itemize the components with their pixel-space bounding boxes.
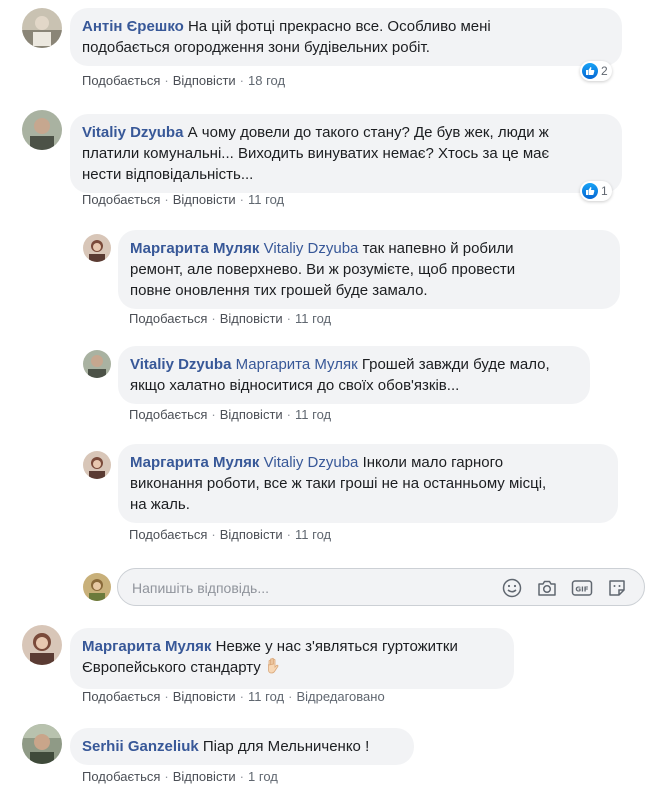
avatar[interactable] xyxy=(22,625,62,665)
reply-bubble: Маргарита Муляк Vitaliy Dzyuba Інколи ма… xyxy=(118,444,618,523)
camera-icon[interactable] xyxy=(536,577,558,599)
comment-author[interactable]: Маргарита Муляк xyxy=(82,638,211,655)
reply-input[interactable] xyxy=(132,578,472,598)
mention-link[interactable]: Vitaliy Dzyuba xyxy=(264,240,359,257)
comment-actions: Подобається · Відповісти · 18 год xyxy=(82,73,286,88)
avatar[interactable] xyxy=(22,110,62,150)
reply-link[interactable]: Відповісти xyxy=(173,689,236,704)
reaction-count[interactable]: 2 xyxy=(580,61,612,81)
like-link[interactable]: Подобається xyxy=(129,407,207,422)
reply-link[interactable]: Відповісти xyxy=(173,769,236,784)
comment-text: На цій фотці прекрасно все. Особливо мен… xyxy=(187,18,491,35)
reaction-number: 1 xyxy=(601,184,608,198)
gif-icon[interactable]: GIF xyxy=(571,577,593,599)
timestamp[interactable]: 1 год xyxy=(248,769,278,784)
comment-text: платили комунальні... Виходить винуватих… xyxy=(82,145,550,162)
emoji-icon[interactable] xyxy=(501,577,523,599)
reply-bubble: Маргарита Муляк Vitaliy Dzyuba так напев… xyxy=(118,230,620,309)
like-badge-icon xyxy=(582,183,598,199)
reply-actions: Подобається · Відповісти · 11 год xyxy=(129,407,332,422)
comment-actions: Подобається · Відповісти · 11 год xyxy=(82,192,285,207)
like-link[interactable]: Подобається xyxy=(82,689,160,704)
comment-text: подобається огородження зони будівельних… xyxy=(82,39,430,56)
reply-author[interactable]: Vitaliy Dzyuba xyxy=(130,356,231,373)
reply-text: виконання роботи, все ж таки гроші не на… xyxy=(130,475,547,492)
reply-text: повне оновлення тих грошей буде замало. xyxy=(130,282,428,299)
current-user-avatar xyxy=(83,573,111,601)
reply-composer[interactable]: GIF xyxy=(117,568,645,606)
reply-link[interactable]: Відповісти xyxy=(220,311,283,326)
avatar[interactable] xyxy=(22,8,62,48)
reply-link[interactable]: Відповісти xyxy=(173,73,236,88)
comment-text: нести відповідальність... xyxy=(82,166,254,183)
reply-author[interactable]: Маргарита Муляк xyxy=(130,240,259,257)
comment-text: Невже у нас з'являться гуртожитки xyxy=(215,638,458,655)
mention-link[interactable]: Vitaliy Dzyuba xyxy=(264,454,359,471)
reply-bubble: Vitaliy Dzyuba Маргарита Муляк Грошей за… xyxy=(118,346,590,404)
comment-text: А чому довели до такого стану? Де був же… xyxy=(187,124,549,141)
comment-bubble: Антін Єрешко На цій фотці прекрасно все.… xyxy=(70,8,622,66)
timestamp[interactable]: 11 год xyxy=(295,407,331,422)
reply-text: якщо халатно відноситися до своїх обов'я… xyxy=(130,377,460,394)
like-link[interactable]: Подобається xyxy=(129,527,207,542)
comment-bubble: Vitaliy Dzyuba А чому довели до такого с… xyxy=(70,114,622,193)
timestamp[interactable]: 11 год xyxy=(248,689,284,704)
timestamp[interactable]: 11 год xyxy=(295,311,331,326)
reply-text: ремонт, але поверхнево. Ви ж розумієте, … xyxy=(130,261,516,278)
reply-text: на жаль. xyxy=(130,496,190,513)
avatar[interactable] xyxy=(83,234,111,262)
reply-link[interactable]: Відповісти xyxy=(220,407,283,422)
comment-bubble: Маргарита Муляк Невже у нас з'являться г… xyxy=(70,628,514,689)
comment-author[interactable]: Serhii Ganzeliuk xyxy=(82,738,199,755)
reply-actions: Подобається · Відповісти · 11 год xyxy=(129,527,332,542)
comment-author[interactable]: Vitaliy Dzyuba xyxy=(82,124,183,141)
mention-link[interactable]: Маргарита Муляк xyxy=(236,356,358,373)
avatar[interactable] xyxy=(22,724,62,764)
timestamp[interactable]: 18 год xyxy=(248,73,285,88)
comment-text: Піар для Мельниченко ! xyxy=(202,738,370,755)
like-link[interactable]: Подобається xyxy=(82,192,160,207)
like-link[interactable]: Подобається xyxy=(129,311,207,326)
reply-text: так напевно й робили xyxy=(362,240,514,257)
reply-link[interactable]: Відповісти xyxy=(173,192,236,207)
timestamp[interactable]: 11 год xyxy=(248,192,284,207)
comment-actions: Подобається · Відповісти · 1 год xyxy=(82,769,278,784)
reaction-number: 2 xyxy=(601,64,608,78)
timestamp[interactable]: 11 год xyxy=(295,527,331,542)
comment-text: Європейського стандарту xyxy=(82,659,261,676)
reply-author[interactable]: Маргарита Муляк xyxy=(130,454,259,471)
hand-emoji-icon xyxy=(265,657,281,681)
like-link[interactable]: Подобається xyxy=(82,769,160,784)
reply-text: Інколи мало гарного xyxy=(362,454,504,471)
reply-text: Грошей завжди буде мало, xyxy=(361,356,550,373)
svg-text:GIF: GIF xyxy=(575,586,588,594)
comment-actions: Подобається · Відповісти · 11 год · Відредагов… xyxy=(82,689,385,704)
reaction-count[interactable]: 1 xyxy=(580,181,612,201)
edited-label[interactable]: Відредаговано xyxy=(296,689,384,704)
sticker-icon[interactable] xyxy=(606,577,628,599)
comment-author[interactable]: Антін Єрешко xyxy=(82,18,184,35)
comment-bubble: Serhii Ganzeliuk Піар для Мельниченко ! xyxy=(70,728,414,765)
reply-link[interactable]: Відповісти xyxy=(220,527,283,542)
avatar[interactable] xyxy=(83,350,111,378)
like-badge-icon xyxy=(582,63,598,79)
avatar[interactable] xyxy=(83,451,111,479)
like-link[interactable]: Подобається xyxy=(82,73,160,88)
reply-actions: Подобається · Відповісти · 11 год xyxy=(129,311,332,326)
